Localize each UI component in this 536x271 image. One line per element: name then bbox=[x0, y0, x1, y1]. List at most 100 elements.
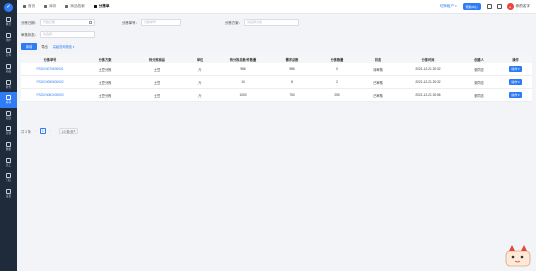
sidebar-item[interactable]: 用户 bbox=[0, 30, 17, 46]
tenant-switcher[interactable]: 切换租户▾ bbox=[440, 4, 457, 9]
action-bar: 新增 导出 高级查询筛选 ▾ bbox=[21, 43, 74, 50]
logo-icon: ✓ bbox=[4, 2, 13, 12]
table-cell: 土豆分拣 bbox=[98, 67, 112, 72]
table-cell: 土豆分拣 bbox=[98, 93, 112, 98]
nav-tab[interactable]: 商品档案 bbox=[65, 4, 85, 9]
avatar[interactable]: ● bbox=[506, 3, 514, 10]
table-row[interactable]: FS2024081000003 土豆分拣 土豆 斤 1000 750 250 已审核 2021-… bbox=[21, 89, 532, 102]
export-button[interactable]: 导出 bbox=[41, 44, 47, 49]
tenant-label: 切换租户 bbox=[439, 4, 455, 8]
username[interactable]: 你的名字 bbox=[516, 4, 530, 9]
sidebar-item[interactable]: 营销 bbox=[0, 123, 17, 139]
column-header: 待分拣总数/件数量 bbox=[229, 57, 257, 62]
sidebar-item[interactable]: 商品 bbox=[0, 61, 17, 77]
store-icon bbox=[6, 173, 11, 179]
table-row[interactable]: FS2024070600001 土豆分拣 土豆 斤 986 986 0 待审核 2021-12-… bbox=[21, 63, 532, 76]
row-action-label: 操作 bbox=[511, 80, 518, 84]
advanced-search-link[interactable]: 高级查询筛选 ▾ bbox=[53, 44, 75, 49]
table-cell: 土豆分拣 bbox=[98, 80, 112, 85]
table-cell: 张同志 bbox=[474, 80, 484, 85]
sidebar-item[interactable]: 数据 bbox=[0, 139, 17, 155]
add-button[interactable]: 新增 bbox=[21, 43, 38, 50]
status-filter-label: 审核状态： bbox=[21, 32, 38, 37]
table-cell: 2 bbox=[336, 80, 338, 84]
fullscreen-icon[interactable] bbox=[486, 4, 492, 9]
row-action-button[interactable]: 操作 ▾ bbox=[508, 92, 523, 98]
sort-no-link[interactable]: FS2024081000003 bbox=[21, 93, 79, 97]
advanced-search-label: 高级查询筛选 bbox=[52, 44, 72, 49]
app-logo[interactable]: ✓ bbox=[0, 0, 17, 14]
sort-no-filter-label: 分拣单号： bbox=[122, 20, 139, 25]
sidebar-item-label: 员工 bbox=[5, 163, 12, 167]
table-row[interactable]: FS2024050600002 土豆分拣 土豆 斤 10 8 2 已审核 2021-12-21 … bbox=[21, 76, 532, 89]
sort-no-placeholder: 分拣单号 bbox=[143, 20, 156, 25]
marketing-icon bbox=[6, 126, 11, 132]
table-cell: 张同志 bbox=[474, 93, 484, 98]
table-cell: 操作 ▾ bbox=[499, 92, 532, 98]
sidebar-item-label: 设置 bbox=[5, 194, 12, 198]
table-cell: 张同志 bbox=[474, 67, 484, 72]
tab-label: 库存 bbox=[49, 4, 57, 8]
sort-no-link[interactable]: FS2024050600002 bbox=[21, 80, 79, 84]
sidebar-item[interactable]: 员工 bbox=[0, 154, 17, 170]
notification-icon[interactable] bbox=[496, 4, 502, 9]
sidebar-item-label: 营销 bbox=[5, 132, 12, 136]
table-cell: 已审核 bbox=[373, 80, 383, 85]
sidebar-item[interactable]: 订单 bbox=[0, 45, 17, 61]
column-header: 创建人 bbox=[474, 57, 484, 62]
sidebar-item-label: 库存 bbox=[5, 101, 12, 105]
date-filter-label: 分拣日期： bbox=[21, 20, 38, 25]
sidebar-item-label: 门店 bbox=[5, 179, 12, 183]
sidebar-item[interactable]: 财务 bbox=[0, 76, 17, 92]
calendar-icon bbox=[89, 21, 92, 24]
filter-panel: 分拣日期： 开始日期 分拣单号： 分拣单号 分拣方案： 请选择方案 审核状态： … bbox=[17, 14, 536, 43]
table-cell: 2021-12-21 20:32 bbox=[415, 67, 441, 71]
order-icon bbox=[6, 48, 11, 54]
sidebar-item[interactable]: 门店 bbox=[0, 170, 17, 186]
table-cell: 操作 ▾ bbox=[499, 79, 532, 85]
tab-icon bbox=[93, 5, 97, 8]
nav-tab[interactable]: 库存 bbox=[44, 4, 56, 9]
help-center-button[interactable]: 帮助中心 bbox=[462, 3, 481, 10]
sort-no-input[interactable]: 分拣单号 bbox=[140, 19, 181, 26]
column-header: 需求总数 bbox=[285, 57, 299, 62]
total-count: 共 3 条 bbox=[21, 129, 31, 134]
top-bar: 首页 库存 商品档案 分拣单 切换租户▾ 帮助中心 ● 你的名字 bbox=[17, 0, 536, 14]
data-icon bbox=[6, 142, 11, 148]
tab-label: 商品档案 bbox=[70, 4, 85, 8]
table-cell: 土豆 bbox=[153, 67, 161, 72]
pagination: 共 3 条 ‹ 1 › 10 条/页 ▾ bbox=[21, 128, 79, 134]
plan-placeholder: 请选择方案 bbox=[246, 20, 262, 25]
row-action-button[interactable]: 操作 ▾ bbox=[508, 66, 523, 72]
nav-tab[interactable]: 首页 bbox=[23, 4, 35, 9]
date-placeholder: 开始日期 bbox=[42, 20, 55, 25]
prev-page-icon[interactable]: ‹ bbox=[33, 128, 38, 134]
column-header: 分拣单号 bbox=[43, 57, 57, 62]
chevron-down-icon: ▾ bbox=[455, 4, 457, 8]
sidebar-item[interactable]: 设置 bbox=[0, 186, 17, 202]
nav-tab[interactable]: 分拣单 bbox=[93, 4, 110, 9]
table-cell: 986 bbox=[240, 67, 246, 71]
column-header: 分拣数量 bbox=[330, 57, 344, 62]
next-page-icon[interactable]: › bbox=[48, 128, 53, 134]
sidebar-item[interactable]: 配送 bbox=[0, 108, 17, 124]
table-cell: 250 bbox=[334, 93, 340, 97]
tab-icon bbox=[44, 5, 48, 8]
sidebar-item[interactable]: 概况 bbox=[0, 14, 17, 30]
table-cell: 斤 bbox=[198, 93, 202, 98]
plan-select[interactable]: 请选择方案 bbox=[243, 19, 299, 26]
dashboard-icon bbox=[6, 17, 11, 23]
column-header: 待分拣商品 bbox=[149, 57, 165, 62]
date-range-input[interactable]: 开始日期 bbox=[39, 19, 95, 26]
plan-filter-label: 分拣方案： bbox=[225, 20, 242, 25]
sidebar-item-label: 订单 bbox=[5, 54, 12, 58]
row-action-button[interactable]: 操作 ▾ bbox=[508, 79, 523, 85]
page-number[interactable]: 1 bbox=[39, 128, 46, 134]
page-size-select[interactable]: 10 条/页 ▾ bbox=[58, 128, 79, 134]
sort-no-link[interactable]: FS2024070600001 bbox=[21, 67, 79, 71]
row-action-label: 操作 bbox=[511, 93, 518, 97]
sidebar-item-label: 配送 bbox=[5, 116, 12, 120]
status-select[interactable]: 请选择 bbox=[39, 31, 95, 38]
sidebar-item-label: 财务 bbox=[5, 85, 12, 89]
sidebar-item[interactable]: 库存 bbox=[0, 91, 17, 108]
